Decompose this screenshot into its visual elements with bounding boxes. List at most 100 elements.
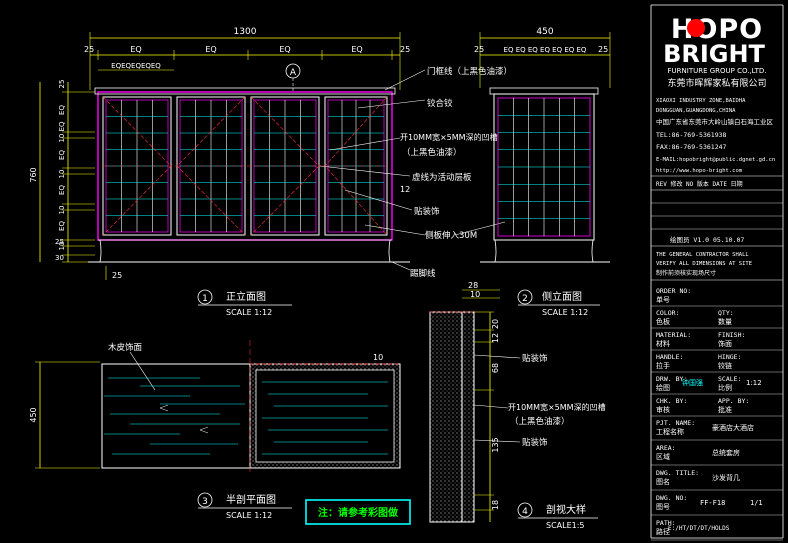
eq-label: EQ: [351, 45, 362, 54]
address-line: XIAOXI INDUSTRY ZONE,BAIDHA: [656, 98, 746, 104]
overall-width-dim: 1300: [234, 27, 257, 37]
grain-mark: [199, 426, 209, 434]
title-value: 沙发背几: [712, 473, 740, 482]
rev-header: REV 修改 NO 版本 DATE 日期: [656, 180, 743, 188]
company-cn: 东莞市晖辉家私有限公司: [667, 77, 766, 89]
area-value: 总统套房: [712, 448, 740, 457]
left-dim: 10: [58, 170, 66, 179]
bottom-dim: 25: [112, 271, 122, 280]
general-note: 制作前须核实现场尺寸: [656, 269, 716, 277]
scale-value: 1:12: [746, 379, 762, 387]
path-value: E:/HT/DT/DT/HOLDS: [668, 525, 730, 532]
side-eq-labels: EQ EQ EQ EQ EQ EQ EQ: [504, 46, 587, 54]
field-label-cn: 比例: [718, 383, 732, 392]
field-label-cn: 数量: [718, 317, 732, 326]
detail-label-groove: 开10MM宽×5MM深的凹槽: [508, 402, 606, 412]
callout-door-edge: 门框线（上黑色油漆）: [427, 66, 512, 77]
field-label-en: PJT. NAME:: [656, 419, 695, 427]
field-label-cn: 审核: [656, 405, 670, 414]
detail-vdim: 68: [491, 363, 500, 373]
field-label-en: HINGE:: [718, 353, 741, 361]
company-en: FURNITURE GROUP CO.,LTD.: [668, 67, 767, 75]
draw-row: 绘图员 V1.0 05.10.07: [670, 235, 744, 244]
detail-dim: 10: [470, 290, 480, 299]
field-label-en: APP. BY:: [718, 397, 749, 405]
plan-label: 木皮饰面: [108, 342, 143, 353]
field-label-cn: 单号: [656, 295, 670, 304]
field-label-cn: 批准: [718, 405, 732, 414]
dwg-no-value: FF-F18: [700, 499, 725, 507]
field-label-en: DWG. TITLE:: [656, 469, 699, 477]
detail-dim: 28: [468, 281, 478, 290]
detail-label-groove-sub: （上黑色油漆）: [510, 416, 570, 427]
side-edge-right: 25: [598, 45, 608, 54]
left-dim: 10: [58, 206, 66, 215]
callouts: 门框线（上黑色油漆） 铰合铰 开10MM宽×5MM深的凹槽 （上黑色油漆） 虚线…: [319, 66, 512, 279]
side-edge-left: 25: [474, 45, 484, 54]
field-label-en: ORDER NO:: [656, 287, 691, 295]
half-plan: 450 木皮饰面 10 3 半剖平面图 SCALE 1:12: [29, 340, 401, 520]
field-label-en: AREA:: [656, 444, 676, 452]
field-label-cn: 饰面: [718, 339, 732, 348]
view-scale: SCALE1:5: [546, 521, 585, 530]
detail-vdim: 20: [491, 319, 500, 329]
left-dim: EQ: [58, 150, 66, 160]
view-title: 侧立面图: [542, 290, 582, 303]
section-marker: A: [290, 68, 297, 78]
left-dim: 25: [55, 238, 64, 246]
plan-dim: 10: [373, 353, 383, 362]
title-block: HOPO BRIGHT FURNITURE GROUP CO.,LTD. 东莞市…: [650, 4, 784, 541]
field-label-cn: 图名: [656, 477, 670, 486]
front-elevation: 1300 25 25 EQ EQ EQ EQ EQEQEQEQEQ A 760: [29, 27, 410, 317]
field-label-en: CHK. BY:: [656, 397, 687, 405]
view-number: 3: [202, 497, 208, 507]
view-number: 2: [522, 294, 528, 304]
field-label-cn: 铰链: [718, 361, 732, 370]
field-label-en: FINISH:: [718, 331, 745, 339]
callout-hinge: 铰合铰: [427, 98, 453, 109]
eq-label: EQ: [130, 45, 141, 54]
field-label-en: SCALE:: [718, 375, 741, 383]
project-value: 豪酒店大酒店: [712, 423, 754, 432]
view-number: 1: [202, 294, 208, 304]
note-text: 注：请参考彩图做: [318, 506, 399, 519]
field-label-cn: 绘图: [656, 383, 670, 392]
view-scale: SCALE 1:12: [226, 308, 272, 317]
general-note: THE GENERAL CONTRACTOR SHALL: [656, 252, 749, 258]
view-number: 4: [522, 507, 528, 517]
left-dim: 30: [55, 254, 64, 262]
sheet-value: 1/1: [750, 499, 763, 507]
callout-shelf: 虚线为活动层板: [412, 172, 472, 183]
callout-glass: 开10MM宽×5MM深的凹槽: [400, 132, 498, 142]
field-label-en: HANDLE:: [656, 353, 683, 361]
side-grid-bars: [498, 98, 590, 236]
field-label-cn: 图号: [656, 503, 670, 511]
detail-vdim: 12: [491, 333, 500, 343]
field-label-cn: 色板: [656, 317, 670, 326]
view-title: 半剖平面图: [226, 493, 276, 506]
field-label-cn: 拉手: [656, 361, 670, 370]
left-dim: EQ: [58, 221, 66, 231]
view-scale: SCALE 1:12: [542, 308, 588, 317]
wood-grain-lines: [104, 377, 245, 455]
callout-shelf-num: 12: [400, 185, 410, 194]
section-detail: 28 10 20 12 68 135 18 贴装饰 开10MM宽×5MM深的凹槽…: [429, 281, 606, 530]
web: http://www.hopo-bright.com: [656, 168, 743, 174]
tel: TEL:86-769-5361938: [656, 131, 727, 139]
plan-height-dim: 450: [29, 407, 38, 422]
callout-plinth: 踢脚线: [410, 268, 436, 279]
detail-vdim: 18: [491, 500, 500, 510]
field-label-cn: 区域: [656, 452, 670, 461]
height-dim: 760: [29, 167, 38, 182]
field-label-en: QTY:: [718, 309, 734, 317]
grain-mark: [159, 404, 169, 412]
side-width-dim: 450: [536, 27, 553, 37]
note-box: 注：请参考彩图做: [305, 499, 411, 525]
address-line: 中国广东省东莞市大岭山镇白石海工业区: [656, 117, 774, 126]
address-line: DONGGUAN,GUANGDONG,CHINA: [656, 108, 736, 114]
eq-label: EQ: [279, 45, 290, 54]
field-label-en: DWG. NO:: [656, 494, 687, 502]
callout-veneer: 贴装饰: [414, 206, 440, 217]
view-title: 正立面图: [226, 290, 266, 303]
email: E-MAIL:hopobright@public.dgnet.gd.cn: [656, 157, 775, 163]
